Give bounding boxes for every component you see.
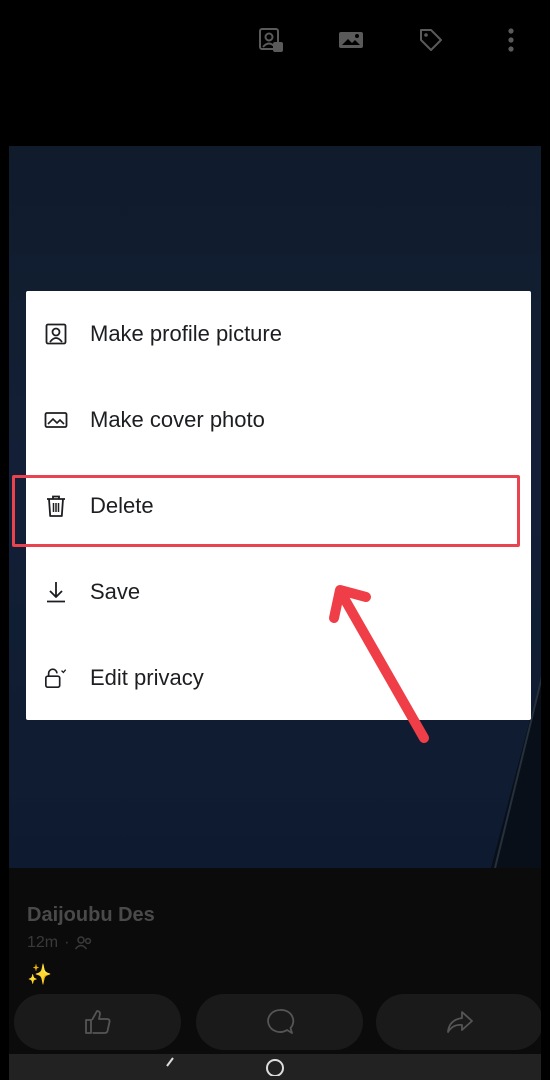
nav-home-icon[interactable] xyxy=(265,1056,285,1080)
meta-separator: · xyxy=(64,934,70,951)
post-author-name[interactable]: Daijoubu Des xyxy=(27,904,155,927)
menu-item-make-profile-picture[interactable]: Make profile picture xyxy=(26,291,531,377)
system-nav-bar xyxy=(9,1054,541,1080)
menu-item-label: Edit privacy xyxy=(90,665,204,690)
menu-item-edit-privacy[interactable]: Edit privacy xyxy=(26,635,531,721)
post-footer: Daijoubu Des 12m · ✨ xyxy=(9,868,541,1080)
nav-back-icon[interactable] xyxy=(165,1056,175,1080)
post-caption-emoji: ✨ xyxy=(27,964,52,986)
menu-item-save[interactable]: Save xyxy=(26,549,531,635)
landscape-image-icon xyxy=(44,408,68,432)
profile-frame-icon xyxy=(44,322,68,346)
menu-item-label: Make profile picture xyxy=(90,321,282,346)
delete-highlight-box xyxy=(12,475,520,547)
share-icon xyxy=(446,1011,473,1033)
share-button[interactable] xyxy=(376,994,541,1050)
menu-item-label: Save xyxy=(90,579,141,604)
friends-audience-icon xyxy=(75,936,92,950)
comment-icon xyxy=(266,1009,294,1034)
menu-item-label: Make cover photo xyxy=(90,407,265,432)
like-button[interactable] xyxy=(14,994,181,1050)
comment-button[interactable] xyxy=(196,994,363,1050)
lock-icon xyxy=(44,666,68,690)
download-icon xyxy=(44,580,68,604)
post-meta: 12m · xyxy=(27,934,93,952)
like-icon xyxy=(84,1010,110,1034)
post-time: 12m xyxy=(27,934,59,951)
menu-item-make-cover-photo[interactable]: Make cover photo xyxy=(26,377,531,463)
